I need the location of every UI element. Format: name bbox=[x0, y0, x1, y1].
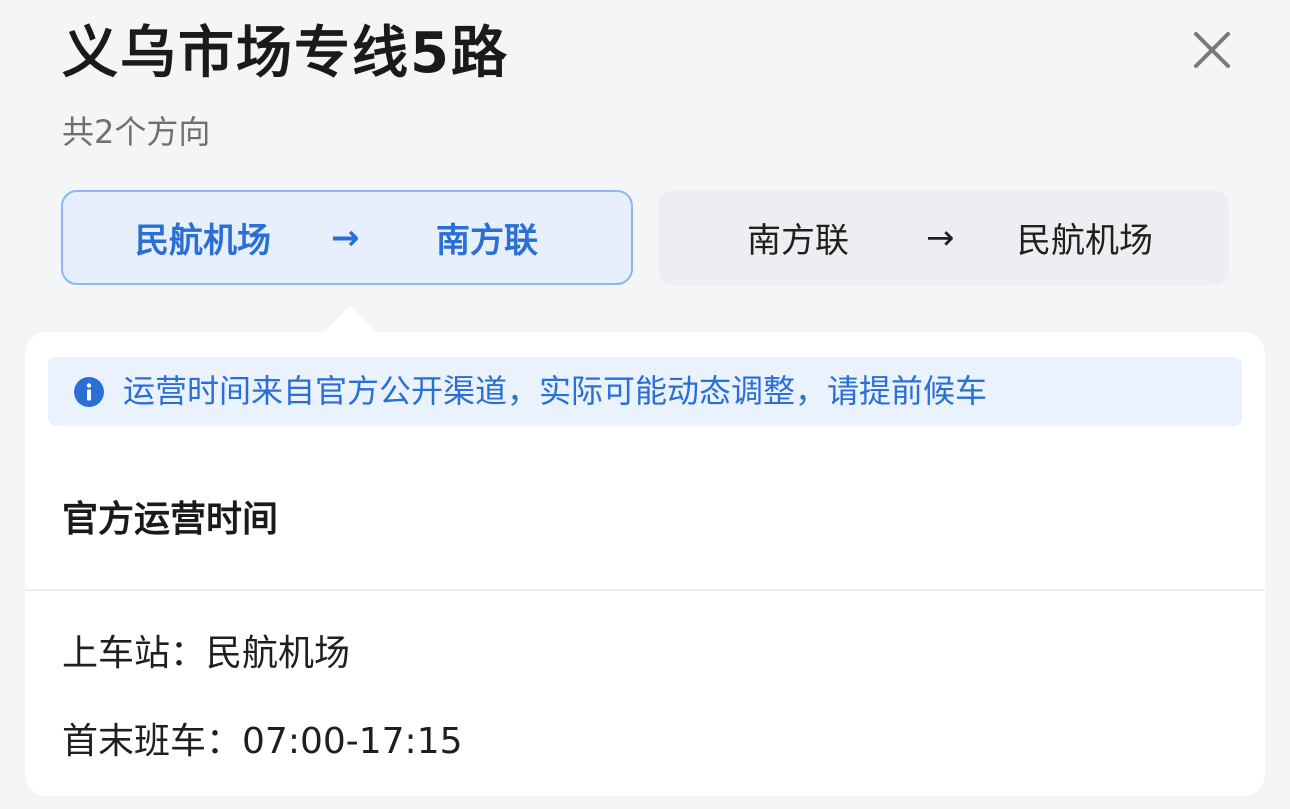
info-icon bbox=[74, 377, 104, 407]
direction-from: 南方联 bbox=[747, 221, 849, 261]
direction-count: 共2个方向 bbox=[62, 113, 211, 151]
divider bbox=[25, 589, 1265, 591]
close-button[interactable] bbox=[1188, 26, 1236, 74]
boarding-station-value: 民航机场 bbox=[206, 633, 351, 674]
direction-tab-2[interactable]: 南方联 → 民航机场 bbox=[658, 190, 1229, 285]
schedule-card: 运营时间来自官方公开渠道，实际可能动态调整，请提前候车 官方运营时间 上车站：民… bbox=[25, 332, 1265, 796]
section-title: 官方运营时间 bbox=[62, 499, 279, 540]
first-last-bus-time: 07:00-17:15 bbox=[242, 721, 463, 762]
first-last-bus-row: 首末班车：07:00-17:15 bbox=[62, 720, 463, 764]
direction-to: 南方联 bbox=[436, 221, 538, 261]
direction-from: 民航机场 bbox=[135, 221, 271, 261]
close-icon bbox=[1194, 32, 1230, 68]
notice-text: 运营时间来自官方公开渠道，实际可能动态调整，请提前候车 bbox=[123, 372, 988, 410]
arrow-right-icon: → bbox=[926, 217, 955, 258]
direction-tab-1[interactable]: 民航机场 → 南方联 bbox=[61, 190, 633, 285]
first-last-bus-label: 首末班车： bbox=[62, 721, 243, 762]
notice-banner: 运营时间来自官方公开渠道，实际可能动态调整，请提前候车 bbox=[48, 357, 1242, 426]
selected-tab-pointer bbox=[324, 306, 376, 332]
direction-to: 民航机场 bbox=[1017, 221, 1153, 261]
boarding-station-row: 上车站：民航机场 bbox=[62, 632, 350, 676]
arrow-right-icon: → bbox=[331, 217, 360, 258]
page-title: 义乌市场专线5路 bbox=[62, 21, 509, 86]
boarding-station-label: 上车站： bbox=[62, 633, 207, 674]
